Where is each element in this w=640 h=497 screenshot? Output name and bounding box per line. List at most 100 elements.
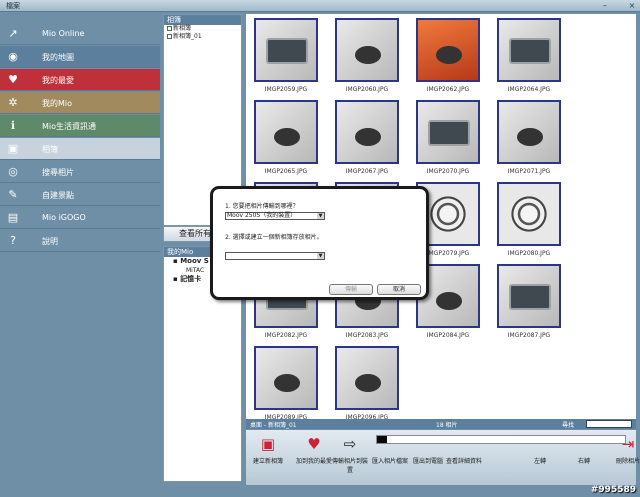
toolbar-button-label: 右轉 [577, 458, 590, 465]
sidebar-item-label: 我的Mio [42, 99, 73, 108]
book-icon: ▤ [7, 211, 19, 224]
rotate-left-button[interactable]: 左轉 [522, 456, 558, 465]
photo-content [517, 128, 543, 146]
toolbar-button-label: 加到我的最愛 [296, 458, 333, 465]
sidebar-item[interactable]: ◉ 我的地圖 [0, 46, 160, 68]
info-icon: ℹ [10, 119, 16, 132]
photo-thumbnail[interactable] [497, 100, 561, 164]
sidebar-item-label: 我的最愛 [42, 76, 74, 85]
photo-thumbnail[interactable] [497, 18, 561, 82]
photo-album-icon: ▣ [7, 142, 19, 155]
action-toolbar: ▣ 建立新相簿 ♥ 加到我的最愛 ⇨ 傳輸相片到裝置 匯入相片檔案 匯出到電腦 查看詳細資料 左轉… [246, 429, 640, 485]
album-tree-item[interactable]: 新相簿 [164, 25, 241, 33]
photo-content [274, 374, 300, 392]
poi-icon: ✎ [8, 188, 18, 201]
watermark: #995589 [590, 485, 636, 495]
sidebar-item[interactable]: ▣ 相簿 [0, 138, 160, 160]
export-button[interactable]: 匯出到電腦 [410, 456, 446, 465]
sidebar-item[interactable]: ↗ Mio Online [0, 23, 160, 45]
chevron-down-icon: ▼ [317, 213, 324, 219]
photo-filename: IMGP2065.JPG [264, 168, 308, 175]
photo-filename: IMGP2083.JPG [345, 332, 389, 339]
album-select[interactable]: ▼ [225, 252, 325, 260]
toolbar-button-label: 匯入相片檔案 [372, 458, 409, 465]
photo-content [274, 128, 300, 146]
destination-select[interactable]: Moov 250S（我的裝置） ▼ [225, 212, 325, 220]
new-album-button[interactable]: ▣ 建立新相簿 [250, 434, 286, 465]
toolbar-button-label: 左轉 [533, 458, 546, 465]
toolbar-button-label: 匯出到電腦 [412, 458, 443, 465]
photo-filename: IMGP2060.JPG [345, 86, 389, 93]
sidebar-item[interactable]: ✎ 自建景點 [0, 184, 160, 206]
photo-thumbnail[interactable] [254, 100, 318, 164]
sidebar-item-label: Mio Online [42, 29, 85, 38]
window-title: 檔案 [6, 2, 20, 10]
search-input[interactable] [586, 420, 632, 428]
transfer-button[interactable]: 傳輸 [329, 284, 373, 295]
details-button[interactable]: 查看詳細資料 [446, 456, 482, 465]
sidebar-item[interactable]: ✲ 我的Mio [0, 92, 160, 114]
sidebar-item[interactable]: ◎ 搜尋相片 [0, 161, 160, 183]
add-favorite-icon: ♥ [307, 435, 321, 453]
sidebar-item-label: Mio iGOGO [42, 213, 86, 222]
sidebar-item[interactable]: ▤ Mio iGOGO [0, 207, 160, 229]
photo-filename: IMGP2067.JPG [345, 168, 389, 175]
toolbar-button-label: 刪除相片 [615, 458, 640, 465]
transfer-button[interactable]: ⇨ 傳輸相片到裝置 [332, 434, 368, 474]
sidebar: ↗ Mio Online ◉ 我的地圖 ♥ 我的最愛 ✲ 我的Mio ℹ Mio生活資訊通 ▣ 相簿 ◎… [0, 12, 160, 497]
photo-content [509, 284, 551, 310]
sidebar-item[interactable]: ♥ 我的最愛 [0, 69, 160, 91]
rotate-right-button[interactable]: 右轉 [566, 456, 602, 465]
chevron-down-icon: ▼ [317, 253, 324, 259]
sidebar-item-label: 搜尋相片 [42, 168, 74, 177]
photo-thumbnail[interactable] [497, 182, 561, 246]
photo-content [509, 38, 551, 64]
progress-fill [377, 436, 387, 443]
sidebar-item[interactable]: ? 說明 [0, 230, 160, 252]
album-icon [167, 26, 172, 31]
album-tree-item[interactable]: 新相簿_01 [164, 33, 241, 41]
photo-thumbnail[interactable] [254, 346, 318, 410]
photo-filename: IMGP2070.JPG [426, 168, 470, 175]
photo-content [436, 46, 462, 64]
photo-thumbnail[interactable] [335, 100, 399, 164]
delete-photo-button[interactable]: ⇥ 刪除相片 [610, 434, 640, 465]
photo-thumbnail[interactable] [335, 346, 399, 410]
photo-thumbnail[interactable] [497, 264, 561, 328]
title-bar: 檔案 – × [0, 0, 640, 12]
photo-filename: IMGP2059.JPG [264, 86, 308, 93]
photo-thumbnail[interactable] [254, 18, 318, 82]
photo-filename: IMGP2080.JPG [507, 250, 551, 257]
gear-icon: ✲ [8, 96, 18, 109]
toolbar-button-label: 傳輸相片到裝置 [332, 458, 369, 474]
heart-icon: ♥ [8, 73, 18, 86]
cancel-button[interactable]: 取消 [377, 284, 421, 295]
photo-thumbnail[interactable] [416, 100, 480, 164]
help-icon: ? [10, 234, 16, 247]
add-favorite-button[interactable]: ♥ 加到我的最愛 [296, 434, 332, 465]
toolbar-button-label: 查看詳細資料 [446, 458, 483, 465]
close-icon[interactable]: × [627, 1, 637, 10]
sidebar-item-label: 自建景點 [42, 191, 74, 200]
delete-photo-icon: ⇥ [621, 435, 635, 453]
photo-filename: IMGP2087.JPG [507, 332, 551, 339]
sidebar-item-label: 我的地圖 [42, 53, 74, 62]
photo-filename: IMGP2064.JPG [507, 86, 551, 93]
status-bar: 桌面 - 新相簿_01 18 相片 尋找 [246, 419, 636, 429]
sidebar-item[interactable]: ℹ Mio生活資訊通 [0, 115, 160, 137]
sidebar-item-label: Mio生活資訊通 [42, 122, 97, 131]
sidebar-item-label: 相簿 [42, 145, 58, 154]
transfer-progress-bar [376, 435, 626, 444]
import-button[interactable]: 匯入相片檔案 [372, 456, 408, 465]
album-icon [167, 34, 172, 39]
new-album-icon: ▣ [260, 435, 276, 453]
album-tree-header: 相簿 [164, 15, 241, 25]
transfer-dialog: 1. 您要把相片傳輸到哪裡？ Moov 250S（我的裝置） ▼ 2. 選擇或建立… [210, 186, 429, 300]
photo-count: 18 相片 [436, 422, 458, 429]
transfer-icon: ⇨ [343, 435, 357, 453]
photo-thumbnail[interactable] [335, 18, 399, 82]
minimize-icon[interactable]: – [600, 1, 610, 10]
photo-content [436, 292, 462, 310]
photo-content [266, 38, 308, 64]
photo-thumbnail[interactable] [416, 18, 480, 82]
